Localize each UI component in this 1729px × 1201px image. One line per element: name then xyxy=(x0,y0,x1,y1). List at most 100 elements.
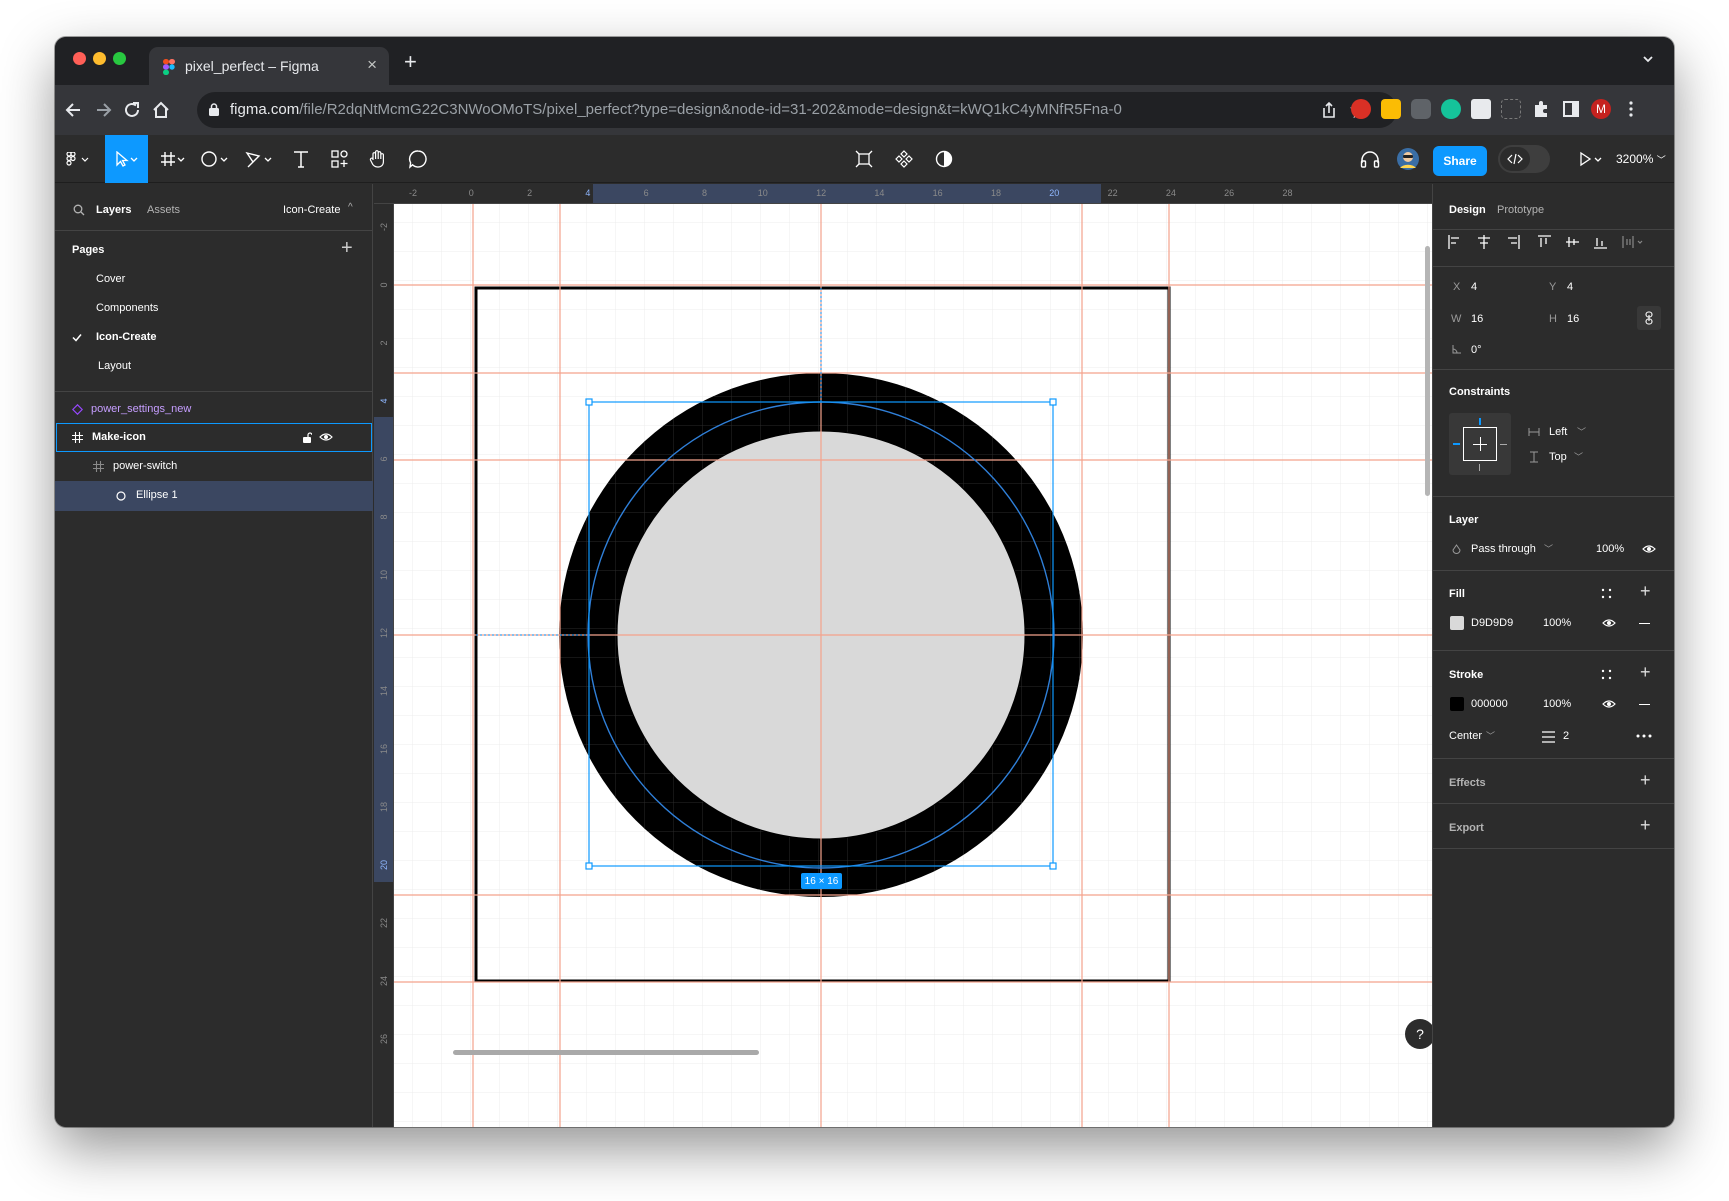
align-bottom-icon[interactable] xyxy=(1594,238,1607,249)
constraint-vertical-select[interactable]: Top xyxy=(1549,451,1567,463)
page-item-components[interactable]: Components xyxy=(55,294,373,323)
profile-avatar[interactable]: M xyxy=(1591,99,1611,119)
align-left-icon[interactable] xyxy=(1448,235,1459,249)
fill-opacity-input[interactable]: 100% xyxy=(1543,617,1571,629)
dev-mode-switch[interactable] xyxy=(1498,145,1550,173)
add-fill-icon[interactable]: + xyxy=(1640,581,1651,602)
stroke-color-swatch[interactable] xyxy=(1450,697,1464,711)
contrast-tool-button[interactable] xyxy=(924,135,964,183)
remove-stroke-icon[interactable] xyxy=(1639,704,1650,705)
add-stroke-icon[interactable]: + xyxy=(1640,662,1651,683)
present-button[interactable] xyxy=(1571,135,1611,183)
page-item-layout[interactable]: Layout xyxy=(55,352,373,381)
constraint-right-indicator[interactable] xyxy=(1500,444,1507,445)
layer-row-make-icon[interactable]: Make-icon xyxy=(56,423,372,452)
stroke-hex-input[interactable]: 000000 xyxy=(1471,698,1508,710)
reload-icon[interactable] xyxy=(121,99,143,121)
add-page-icon[interactable]: + xyxy=(341,237,353,260)
styles-grid-icon[interactable] xyxy=(1601,588,1612,599)
y-input[interactable]: 4 xyxy=(1567,281,1573,293)
extension-dashed-icon[interactable] xyxy=(1501,99,1521,119)
align-horizontal-center-icon[interactable] xyxy=(1478,235,1490,249)
design-canvas[interactable]: 16 × 16 ? xyxy=(394,204,1432,1127)
constraint-horizontal-select[interactable]: Left xyxy=(1549,426,1567,438)
pen-tool-button[interactable] xyxy=(239,135,279,183)
extension-red-icon[interactable] xyxy=(1351,99,1371,119)
x-input[interactable]: 4 xyxy=(1471,281,1477,293)
extension-doc-icon[interactable] xyxy=(1471,99,1491,119)
resources-tool-button[interactable] xyxy=(320,135,360,183)
stroke-align-select[interactable]: Center xyxy=(1449,730,1482,742)
tab-assets[interactable]: Assets xyxy=(147,204,180,216)
eye-icon[interactable] xyxy=(319,432,333,442)
url-field[interactable]: figma.com/file/R2dqNtMcmG22C3NWoOMoTS/pi… xyxy=(197,92,1397,128)
add-effect-icon[interactable]: + xyxy=(1640,770,1651,791)
new-tab-icon[interactable]: + xyxy=(404,49,417,75)
layer-opacity-input[interactable]: 100% xyxy=(1596,543,1624,555)
styles-grid-icon[interactable] xyxy=(1601,669,1612,680)
close-window-button[interactable] xyxy=(73,52,86,65)
rotation-input[interactable]: 0° xyxy=(1471,344,1482,356)
constrain-proportions-button[interactable] xyxy=(1637,306,1661,330)
blend-mode-select[interactable]: Pass through xyxy=(1471,543,1536,555)
align-vertical-center-icon[interactable] xyxy=(1566,237,1579,247)
chevron-down-icon[interactable] xyxy=(1642,53,1654,65)
tab-design[interactable]: Design xyxy=(1449,204,1486,216)
layer-row-power-settings-new[interactable]: power_settings_new xyxy=(55,395,373,424)
eye-icon[interactable] xyxy=(1602,618,1616,628)
fill-color-swatch[interactable] xyxy=(1450,616,1464,630)
tab-prototype[interactable]: Prototype xyxy=(1497,204,1544,216)
vertical-scrollbar[interactable] xyxy=(1425,246,1430,496)
close-tab-icon[interactable]: × xyxy=(367,55,377,75)
share-page-icon[interactable] xyxy=(1321,101,1337,119)
constraint-center-v[interactable] xyxy=(1480,437,1481,451)
constraints-widget[interactable] xyxy=(1449,413,1511,475)
side-panel-icon[interactable] xyxy=(1561,99,1581,119)
text-tool-button[interactable] xyxy=(281,135,321,183)
unlock-icon[interactable] xyxy=(302,432,312,443)
align-right-icon[interactable] xyxy=(1508,235,1520,249)
minimize-window-button[interactable] xyxy=(93,52,106,65)
component-tool-button[interactable] xyxy=(884,135,924,183)
eye-icon[interactable] xyxy=(1642,544,1656,554)
stroke-weight-input[interactable]: 2 xyxy=(1563,730,1569,742)
shape-tool-button[interactable] xyxy=(195,135,235,183)
user-avatar[interactable] xyxy=(1390,135,1426,183)
extension-camera-icon[interactable] xyxy=(1411,99,1431,119)
w-input[interactable]: 16 xyxy=(1471,313,1483,325)
distribute-icon[interactable] xyxy=(1622,236,1643,248)
h-input[interactable]: 16 xyxy=(1567,313,1579,325)
browser-tab[interactable]: pixel_perfect – Figma × xyxy=(149,47,389,85)
forward-arrow-icon[interactable] xyxy=(92,99,114,121)
chevron-up-icon[interactable]: ^ xyxy=(348,202,353,213)
home-icon[interactable] xyxy=(150,99,172,121)
main-menu-button[interactable] xyxy=(55,135,100,183)
current-page-selector[interactable]: Icon-Create xyxy=(283,204,340,216)
browser-menu-icon[interactable] xyxy=(1621,99,1641,119)
constraint-bottom-indicator[interactable] xyxy=(1479,464,1480,471)
horizontal-scrollbar[interactable] xyxy=(453,1050,759,1055)
constraint-top-indicator[interactable] xyxy=(1479,418,1481,425)
remove-fill-icon[interactable] xyxy=(1639,623,1650,624)
back-arrow-icon[interactable] xyxy=(63,99,85,121)
hand-tool-button[interactable] xyxy=(358,135,398,183)
zoom-dropdown[interactable]: 3200% ﹀ xyxy=(1616,152,1666,166)
dev-mode-toggle[interactable] xyxy=(1497,135,1551,183)
audio-button[interactable] xyxy=(1353,135,1387,183)
constraint-left-indicator[interactable] xyxy=(1453,443,1460,445)
share-button[interactable]: Share xyxy=(1433,146,1487,176)
layer-row-ellipse-1[interactable]: Ellipse 1 xyxy=(55,481,373,511)
layer-row-power-switch[interactable]: power-switch xyxy=(55,452,373,481)
crop-tool-button[interactable] xyxy=(844,135,884,183)
page-item-icon-create[interactable]: Icon-Create xyxy=(55,323,373,352)
search-icon[interactable] xyxy=(73,204,85,216)
move-tool-button[interactable] xyxy=(105,135,148,183)
stroke-opacity-input[interactable]: 100% xyxy=(1543,698,1571,710)
eye-icon[interactable] xyxy=(1602,699,1616,709)
extensions-puzzle-icon[interactable] xyxy=(1531,99,1551,119)
frame-tool-button[interactable] xyxy=(153,135,193,183)
maximize-window-button[interactable] xyxy=(113,52,126,65)
page-item-cover[interactable]: Cover xyxy=(55,265,373,294)
extension-yellow-icon[interactable] xyxy=(1381,99,1401,119)
align-top-icon[interactable] xyxy=(1538,235,1551,247)
